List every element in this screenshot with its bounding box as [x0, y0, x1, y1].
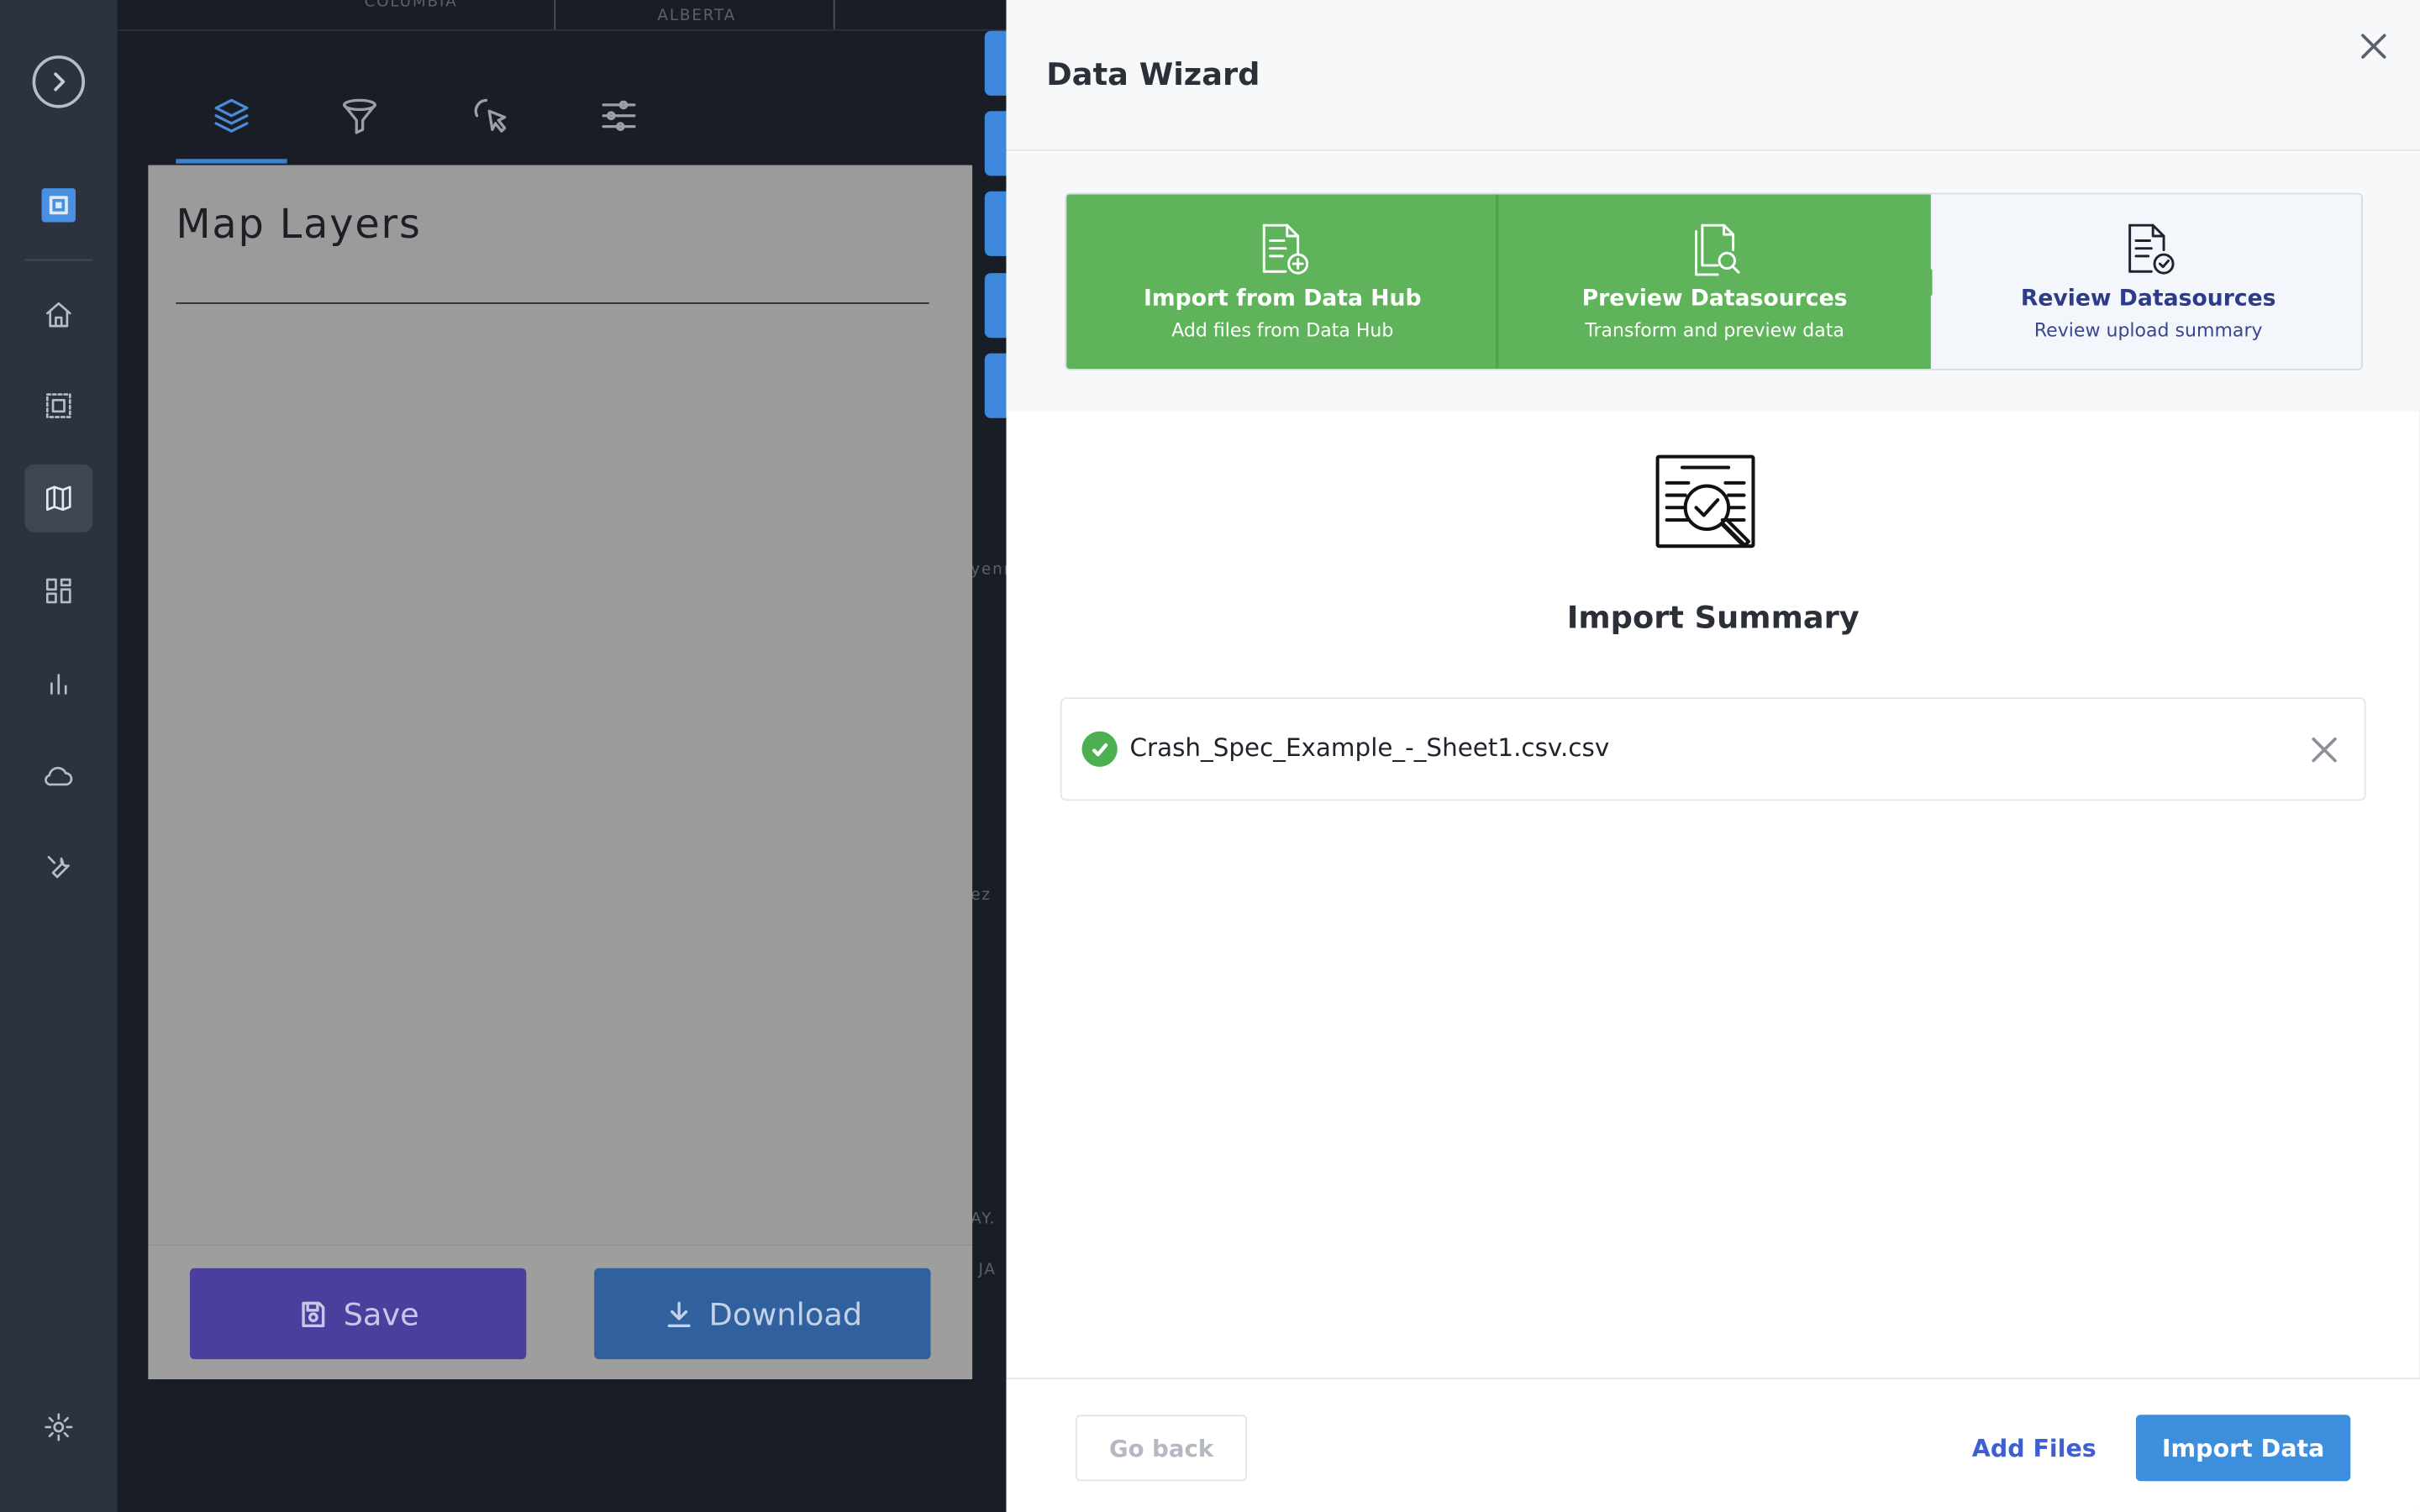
map-side-tab[interactable] — [984, 191, 1007, 256]
left-nav — [0, 0, 118, 1512]
map-label: JA — [978, 1262, 997, 1279]
file-name: Crash_Spec_Example_-_Sheet1.csv.csv — [1129, 732, 1610, 763]
nav-selection[interactable] — [24, 372, 92, 440]
pointer-icon — [474, 98, 507, 133]
download-label: Download — [708, 1294, 863, 1332]
save-button[interactable]: Save — [189, 1268, 527, 1360]
remove-file-button[interactable] — [2306, 732, 2343, 769]
layers-icon — [214, 98, 249, 133]
map-side-tab[interactable] — [984, 111, 1007, 176]
file-search-icon — [1695, 223, 1740, 276]
step-title: Review Datasources — [2020, 286, 2276, 312]
download-icon — [668, 1300, 692, 1327]
nav-divider — [24, 259, 93, 261]
step-subtitle: Review upload summary — [2033, 319, 2263, 341]
map-label: ALBERTA — [657, 8, 737, 25]
filter-icon — [342, 98, 376, 134]
map-icon — [45, 486, 71, 512]
map-label: ez — [971, 887, 992, 905]
dashboard-icon — [45, 578, 71, 604]
nav-tools[interactable] — [24, 833, 92, 901]
close-icon — [2312, 737, 2337, 763]
nav-map[interactable] — [24, 464, 93, 533]
map-side-tab[interactable] — [984, 273, 1007, 339]
step-title: Import from Data Hub — [1143, 286, 1422, 312]
step-preview[interactable]: Preview Datasources Transform and previe… — [1498, 194, 1931, 369]
step-title: Preview Datasources — [1581, 286, 1848, 312]
nav-dashboard[interactable] — [24, 557, 92, 625]
nav-settings[interactable] — [24, 1394, 92, 1462]
sliders-icon — [602, 100, 636, 131]
wrench-icon — [47, 856, 70, 879]
modal-title: Data Wizard — [1046, 55, 1260, 93]
wizard-stepper: Import from Data Hub Add files from Data… — [1065, 192, 2363, 370]
nav-charts[interactable] — [24, 649, 92, 717]
home-icon — [45, 302, 71, 328]
modal-footer: Go back Add Files Import Data — [1006, 1378, 2420, 1512]
panel-footer: Save Download — [148, 1245, 973, 1380]
map-label: COLUMBIA — [364, 0, 458, 11]
selection-icon — [45, 393, 71, 418]
expand-nav-button[interactable] — [32, 55, 86, 108]
close-icon — [2361, 34, 2386, 59]
map-label: AY. — [971, 1210, 997, 1229]
panel-divider — [176, 302, 929, 304]
tab-pointer[interactable] — [435, 68, 546, 164]
step-subtitle: Transform and preview data — [1585, 319, 1844, 341]
file-check-icon — [2128, 223, 2175, 275]
success-check-icon — [1081, 731, 1118, 767]
file-add-icon — [1262, 223, 1309, 275]
summary-title: Import Summary — [1566, 598, 1860, 636]
chevron-right-icon — [54, 72, 66, 92]
file-list-item: Crash_Spec_Example_-_Sheet1.csv.csv — [1060, 697, 2366, 801]
map-layers-panel: Map Layers — [148, 165, 973, 1246]
tab-filter[interactable] — [304, 68, 415, 164]
wizard-steps-area: Import from Data Hub Add files from Data… — [1006, 152, 2420, 412]
add-files-button[interactable]: Add Files — [1957, 1415, 2112, 1481]
save-label: Save — [343, 1294, 419, 1332]
import-data-button[interactable]: Import Data — [2135, 1415, 2351, 1482]
download-button[interactable]: Download — [594, 1268, 931, 1360]
app-logo-icon — [41, 188, 76, 223]
gear-icon — [45, 1413, 73, 1441]
layer-panel-tabs — [148, 68, 972, 165]
step-subtitle: Add files from Data Hub — [1171, 319, 1394, 341]
tab-layers[interactable] — [176, 68, 287, 164]
floppy-icon — [302, 1300, 326, 1327]
tab-sliders[interactable] — [563, 68, 674, 164]
bar-chart-icon — [50, 674, 67, 695]
nav-home[interactable] — [24, 281, 92, 349]
nav-cloud[interactable] — [24, 742, 92, 810]
step-import[interactable]: Import from Data Hub Add files from Data… — [1066, 194, 1499, 369]
panel-title: Map Layers — [176, 202, 422, 249]
map-side-tab[interactable] — [984, 353, 1007, 418]
data-wizard-modal: Data Wizard Import from Data Hub Add fil… — [1006, 0, 2420, 1512]
cloud-icon — [45, 766, 73, 786]
map-side-tab[interactable] — [984, 30, 1007, 96]
step-review[interactable]: Review Datasources Review upload summary — [1932, 194, 2362, 369]
modal-header: Data Wizard — [1006, 0, 2420, 151]
document-search-icon — [1651, 452, 1775, 572]
close-button[interactable] — [2355, 28, 2392, 65]
go-back-button[interactable]: Go back — [1076, 1415, 1248, 1482]
